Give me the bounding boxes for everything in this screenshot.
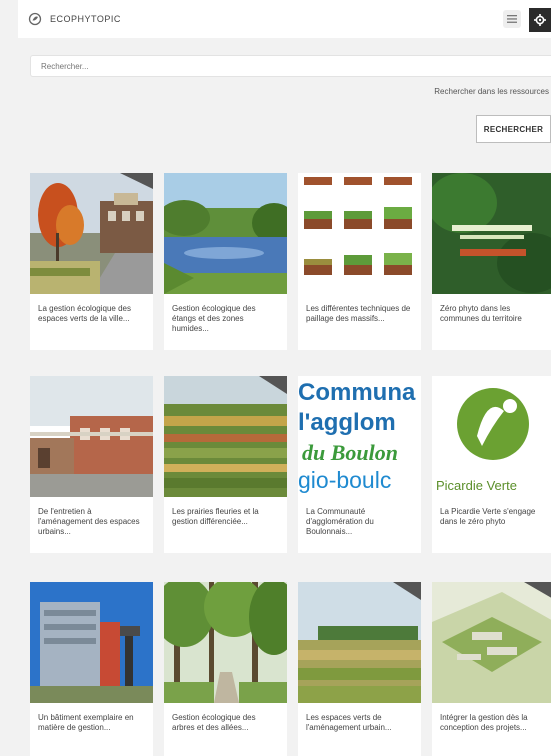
card-thumbnail (164, 582, 287, 703)
card-title: La Communauté d'agglomération du Boulonn… (306, 507, 374, 536)
hamburger-menu-icon (507, 15, 517, 23)
card-title: La gestion écologique des espaces verts … (38, 304, 131, 323)
card-thumbnail (432, 582, 551, 703)
logo-text-line-4: gio-boulc (298, 467, 391, 493)
card-title: Intégrer la gestion dès la conception de… (440, 713, 528, 732)
logo[interactable]: ECOPHYTOPIC (28, 12, 121, 26)
resource-card[interactable]: Intégrer la gestion dès la conception de… (432, 582, 551, 756)
resource-card[interactable]: La gestion écologique des espaces verts … (30, 173, 153, 350)
resource-card[interactable]: Les prairies fleuries et la gestion diff… (164, 376, 287, 553)
resource-card[interactable]: Communa l'agglom du Boulon gio-boulc La … (298, 376, 421, 553)
logo-caption: Picardie Verte (436, 478, 517, 493)
resource-card[interactable]: Picardie Verte La Picardie Verte s'engag… (432, 376, 551, 553)
card-title: Les prairies fleuries et la gestion diff… (172, 507, 259, 526)
resource-card[interactable]: Les espaces verts de l'aménagement urbai… (298, 582, 421, 756)
card-title: La Picardie Verte s'engage dans le zéro … (440, 507, 536, 526)
logo-text-line-1: Communa (298, 379, 416, 406)
gear-icon (534, 14, 546, 26)
resource-card[interactable]: Zéro phyto dans les communes du territoi… (432, 173, 551, 350)
resource-card[interactable]: Un bâtiment exemplaire en matière de ges… (30, 582, 153, 756)
top-bar: ECOPHYTOPIC (18, 0, 551, 38)
card-thumbnail (30, 173, 153, 294)
card-title: Un bâtiment exemplaire en matière de ges… (38, 713, 134, 732)
resource-card[interactable]: Les différentes techniques de paillage d… (298, 173, 421, 350)
card-title: Gestion écologique des arbres et des all… (172, 713, 256, 732)
search-input[interactable] (30, 55, 551, 77)
menu-button[interactable] (503, 10, 521, 28)
card-thumbnail (164, 173, 287, 294)
card-title: De l'entretien à l'aménagement des espac… (38, 507, 140, 536)
card-thumbnail (30, 582, 153, 703)
card-thumbnail (298, 582, 421, 703)
logo-text-line-2: l'agglom (298, 409, 396, 436)
resource-card[interactable]: Gestion écologique des arbres et des all… (164, 582, 287, 756)
settings-button[interactable] (529, 8, 551, 32)
card-thumbnail (298, 173, 421, 294)
search-hint: Rechercher dans les ressources (434, 87, 549, 96)
card-title: Les différentes techniques de paillage d… (306, 304, 411, 323)
leaf-logo-icon (28, 12, 42, 26)
card-thumbnail: Communa l'agglom du Boulon gio-boulc (298, 376, 421, 497)
card-title: Zéro phyto dans les communes du territoi… (440, 304, 522, 323)
resource-card[interactable]: Gestion écologique des étangs et des zon… (164, 173, 287, 350)
card-title: Gestion écologique des étangs et des zon… (172, 304, 256, 333)
card-thumbnail (164, 376, 287, 497)
card-thumbnail (432, 173, 551, 294)
search-button[interactable]: RECHERCHER (476, 115, 551, 143)
logo-text-line-3: du Boulon (302, 440, 398, 465)
card-thumbnail: Picardie Verte (432, 376, 551, 497)
card-thumbnail (30, 376, 153, 497)
resource-card[interactable]: De l'entretien à l'aménagement des espac… (30, 376, 153, 553)
card-title: Les espaces verts de l'aménagement urbai… (306, 713, 392, 732)
brand-name: ECOPHYTOPIC (50, 14, 121, 24)
